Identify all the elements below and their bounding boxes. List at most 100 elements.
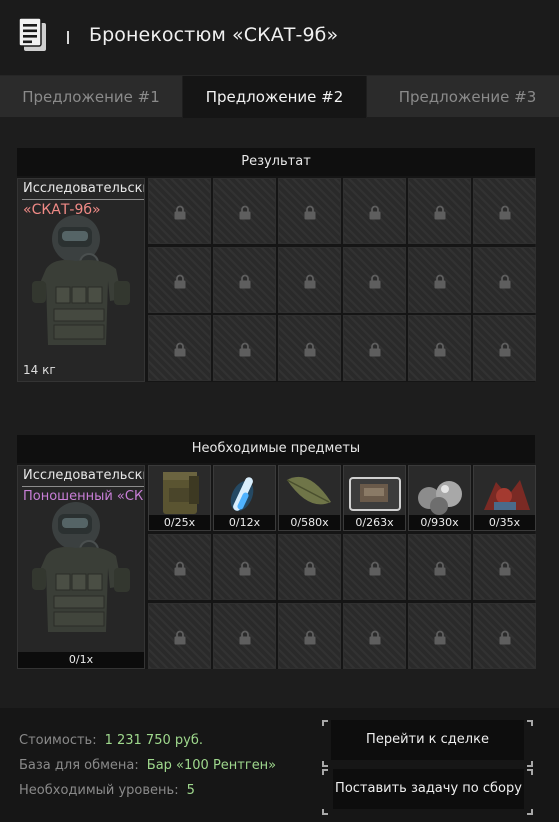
lock-icon — [174, 274, 186, 289]
locked-slot — [343, 247, 406, 313]
lock-icon — [174, 630, 186, 645]
offer-tabs: Предложение #1 Предложение #2 Предложени… — [0, 75, 559, 118]
required-item-ammo-box[interactable]: 0/25x — [148, 465, 211, 531]
required-item-glowing-vial[interactable]: 0/12x — [213, 465, 276, 531]
required-item-device-case[interactable]: 0/263x — [343, 465, 406, 531]
locked-slot — [278, 247, 341, 313]
locked-slot — [473, 315, 536, 381]
lock-icon — [499, 342, 511, 357]
set-assembly-task-button[interactable]: Поставить задачу по сбору — [333, 769, 524, 809]
lock-icon — [239, 342, 251, 357]
result-item-weight: 14 кг — [23, 363, 56, 377]
armor-suit-icon — [32, 215, 130, 345]
locked-slot — [213, 315, 276, 381]
leaf-icon — [286, 476, 331, 505]
locked-slot — [408, 603, 471, 669]
exchange-base-label: База для обмена: — [19, 758, 139, 773]
required-item-count: 0/930x — [409, 515, 470, 530]
device-case-icon — [349, 477, 401, 511]
locked-slot — [213, 603, 276, 669]
lock-icon — [499, 205, 511, 220]
glowing-vial-icon — [230, 477, 254, 512]
lock-icon — [239, 205, 251, 220]
button-corner-mark — [527, 720, 533, 726]
locked-slot — [408, 178, 471, 244]
cost-value: 1 231 750 руб. — [104, 733, 203, 748]
item-name-underline — [22, 486, 144, 487]
lock-icon — [174, 342, 186, 357]
locked-slot — [148, 247, 211, 313]
required-item-red-artifact[interactable]: 0/35x — [473, 465, 536, 531]
lock-icon — [174, 205, 186, 220]
tab-offer-2[interactable]: Предложение #2 — [183, 76, 366, 118]
lock-icon — [499, 274, 511, 289]
locked-slot — [213, 247, 276, 313]
locked-slot — [278, 315, 341, 381]
lock-icon — [304, 274, 316, 289]
lock-icon — [304, 630, 316, 645]
required-item-metal-spheres[interactable]: 0/930x — [408, 465, 471, 531]
tab-offer-3[interactable]: Предложение #3 — [376, 76, 559, 118]
lock-icon — [369, 630, 381, 645]
locked-slot — [148, 534, 211, 600]
locked-slot — [148, 315, 211, 381]
metal-spheres-icon — [418, 481, 462, 515]
result-panel-title: Результат — [17, 148, 535, 176]
lock-icon — [369, 205, 381, 220]
required-level-label: Необходимый уровень: — [19, 783, 179, 798]
tab-offer-1[interactable]: Предложение #1 — [0, 76, 182, 118]
result-item-name: «СКАТ-9б» — [23, 202, 101, 218]
locked-slot — [148, 178, 211, 244]
go-to-deal-button[interactable]: Перейти к сделке — [331, 720, 524, 760]
required-item-count: 0/263x — [344, 515, 405, 530]
lock-icon — [174, 561, 186, 576]
locked-slot — [343, 178, 406, 244]
exchange-base-value: Бар «100 Рентген» — [146, 758, 277, 773]
locked-slot — [473, 178, 536, 244]
window-header: Бронекостюм «СКАТ-9б» — [0, 0, 559, 75]
locked-slot — [473, 534, 536, 600]
cost-row: Стоимость: 1 231 750 руб. — [19, 733, 203, 748]
locked-slot — [148, 603, 211, 669]
button-corner-mark — [322, 720, 328, 726]
exchange-base-row: База для обмена: Бар «100 Рентген» — [19, 758, 276, 773]
lock-icon — [499, 630, 511, 645]
locked-slot — [213, 534, 276, 600]
locked-slot — [278, 534, 341, 600]
button-corner-mark — [527, 761, 533, 767]
button-corner-mark — [527, 809, 533, 815]
lock-icon — [434, 274, 446, 289]
lock-icon — [434, 342, 446, 357]
lock-icon — [369, 342, 381, 357]
item-name-underline — [22, 199, 144, 200]
locked-slot — [213, 178, 276, 244]
button-corner-mark — [322, 769, 328, 775]
page-title: Бронекостюм «СКАТ-9б» — [89, 24, 339, 46]
lock-icon — [369, 561, 381, 576]
required-item-leaf[interactable]: 0/580x — [278, 465, 341, 531]
lock-icon — [239, 274, 251, 289]
result-item-category: Исследовательские — [23, 181, 144, 196]
required-main-item-count: 0/1x — [18, 652, 144, 668]
lock-icon — [239, 561, 251, 576]
locked-slot — [343, 603, 406, 669]
cost-label: Стоимость: — [19, 733, 97, 748]
locked-slot — [408, 247, 471, 313]
lock-icon — [304, 561, 316, 576]
red-artifact-icon — [484, 480, 530, 510]
offer-footer: Стоимость: 1 231 750 руб. База для обмена… — [0, 708, 559, 822]
required-main-item-card[interactable]: Исследовательские Поношенный «СК.. 0/1x — [17, 465, 145, 669]
lock-icon — [304, 342, 316, 357]
lock-icon — [434, 205, 446, 220]
required-panel-title: Необходимые предметы — [17, 435, 535, 463]
ammo-box-icon — [163, 472, 199, 514]
button-corner-mark — [322, 761, 328, 767]
required-item-count: 0/580x — [279, 515, 340, 530]
lock-icon — [434, 630, 446, 645]
required-item-count: 0/12x — [214, 515, 275, 530]
locked-slot — [473, 247, 536, 313]
required-item-name: Поношенный «СК.. — [23, 489, 145, 504]
locked-slot — [278, 178, 341, 244]
result-item-card[interactable]: Исследовательские «СКАТ-9б» 14 кг — [17, 178, 145, 382]
lock-icon — [434, 561, 446, 576]
